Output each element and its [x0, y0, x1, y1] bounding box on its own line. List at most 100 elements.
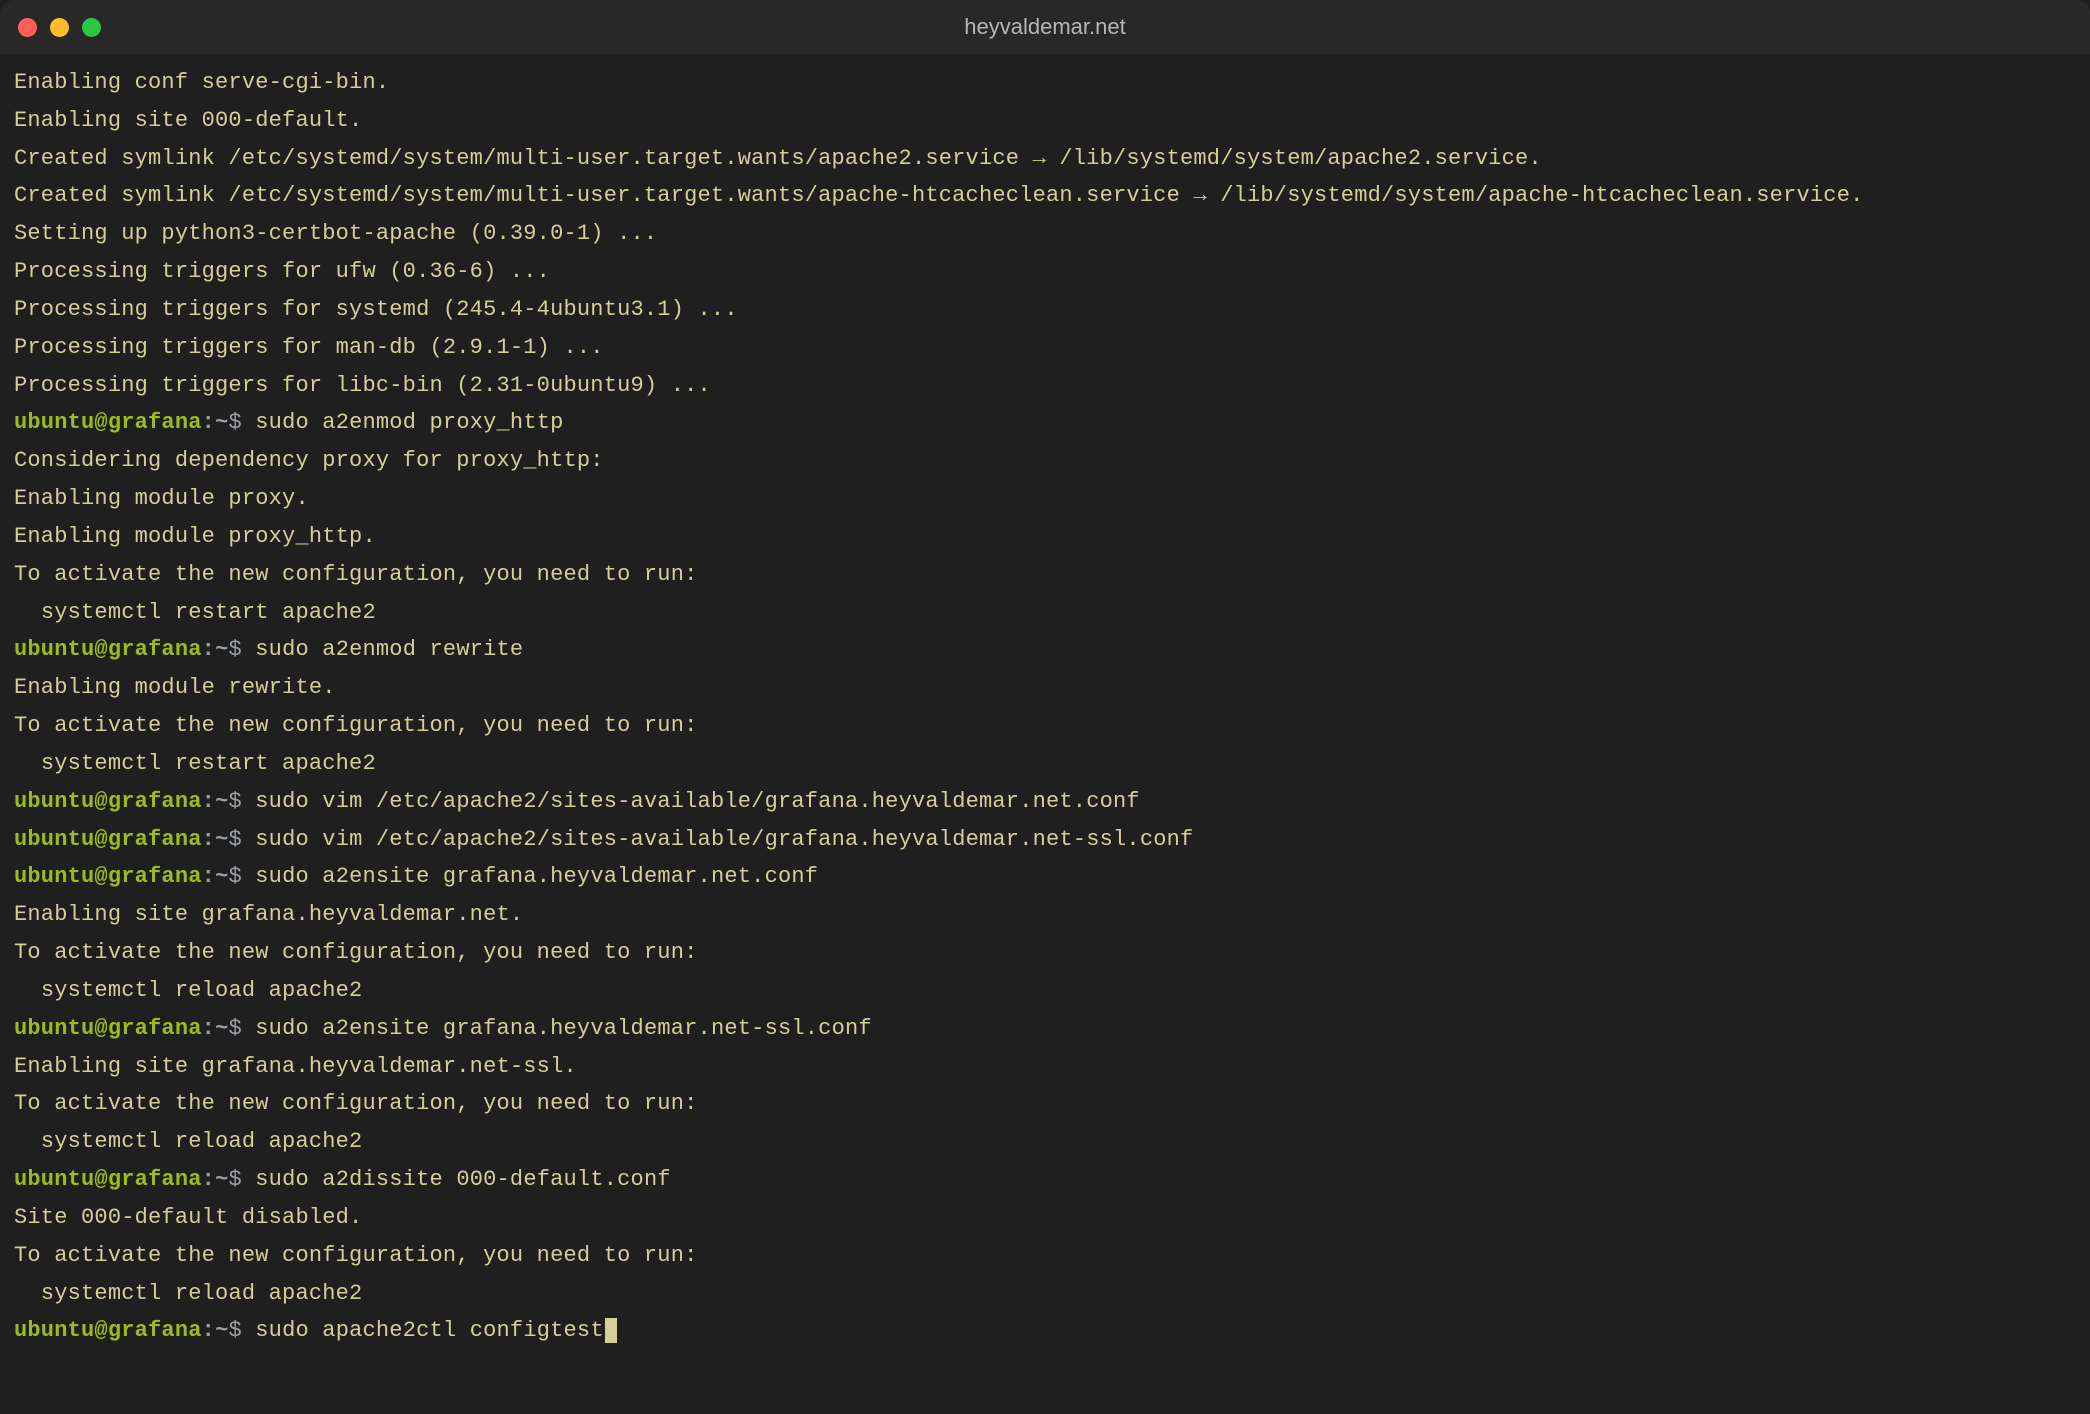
terminal-command: sudo a2dissite 000-default.conf — [255, 1167, 670, 1192]
terminal-window: heyvaldemar.net Enabling conf serve-cgi-… — [0, 0, 2090, 1414]
prompt-symbol: $ — [228, 1016, 255, 1041]
terminal-command-line: ubuntu@grafana:~$ sudo a2dissite 000-def… — [14, 1161, 2076, 1199]
prompt-user: ubuntu — [14, 1318, 94, 1343]
prompt-colon: : — [202, 637, 215, 662]
terminal-command: sudo vim /etc/apache2/sites-available/gr… — [255, 789, 1140, 814]
terminal-output-line: Created symlink /etc/systemd/system/mult… — [14, 177, 2076, 215]
prompt-symbol: $ — [228, 637, 255, 662]
terminal-output-line: Site 000-default disabled. — [14, 1199, 2076, 1237]
window-title: heyvaldemar.net — [0, 14, 2090, 40]
prompt-user: ubuntu — [14, 1167, 94, 1192]
terminal-output-line: To activate the new configuration, you n… — [14, 1237, 2076, 1275]
terminal-output-line: Enabling site grafana.heyvaldemar.net-ss… — [14, 1048, 2076, 1086]
prompt-colon: : — [202, 1016, 215, 1041]
terminal-output-line: systemctl restart apache2 — [14, 745, 2076, 783]
terminal-output-line: Processing triggers for ufw (0.36-6) ... — [14, 253, 2076, 291]
prompt-at: @ — [94, 1016, 107, 1041]
prompt-at: @ — [94, 637, 107, 662]
terminal-body[interactable]: Enabling conf serve-cgi-bin. Enabling sit… — [0, 54, 2090, 1414]
terminal-output-line: To activate the new configuration, you n… — [14, 934, 2076, 972]
terminal-command: sudo a2ensite grafana.heyvaldemar.net-ss… — [255, 1016, 872, 1041]
prompt-path: ~ — [215, 1167, 228, 1192]
terminal-output-line: Enabling conf serve-cgi-bin. — [14, 64, 2076, 102]
terminal-output: Enabling site grafana.heyvaldemar.net-ss… — [14, 1054, 577, 1079]
prompt-path: ~ — [215, 864, 228, 889]
terminal-output: systemctl reload apache2 — [14, 1129, 362, 1154]
terminal-output: To activate the new configuration, you n… — [14, 713, 698, 738]
prompt-at: @ — [94, 1318, 107, 1343]
terminal-output: Created symlink /etc/systemd/system/mult… — [14, 183, 1864, 208]
terminal-output-line: Enabling site 000-default. — [14, 102, 2076, 140]
prompt-symbol: $ — [228, 827, 255, 852]
prompt-host: grafana — [108, 1016, 202, 1041]
terminal-output: Enabling conf serve-cgi-bin. — [14, 70, 389, 95]
terminal-command-line: ubuntu@grafana:~$ sudo vim /etc/apache2/… — [14, 783, 2076, 821]
terminal-output-line: Enabling module proxy. — [14, 480, 2076, 518]
prompt-path: ~ — [215, 410, 228, 435]
prompt-symbol: $ — [228, 1167, 255, 1192]
prompt-path: ~ — [215, 637, 228, 662]
prompt-user: ubuntu — [14, 1016, 94, 1041]
prompt-host: grafana — [108, 1318, 202, 1343]
prompt-colon: : — [202, 1318, 215, 1343]
prompt-user: ubuntu — [14, 637, 94, 662]
prompt-at: @ — [94, 410, 107, 435]
terminal-output: Enabling module proxy_http. — [14, 524, 376, 549]
terminal-output: Enabling site 000-default. — [14, 108, 362, 133]
terminal-command-line: ubuntu@grafana:~$ sudo a2ensite grafana.… — [14, 858, 2076, 896]
terminal-command: sudo a2enmod proxy_http — [255, 410, 563, 435]
terminal-output: Setting up python3-certbot-apache (0.39.… — [14, 221, 657, 246]
terminal-command: sudo a2ensite grafana.heyvaldemar.net.co… — [255, 864, 818, 889]
terminal-output: To activate the new configuration, you n… — [14, 562, 698, 587]
prompt-path: ~ — [215, 789, 228, 814]
prompt-host: grafana — [108, 864, 202, 889]
prompt-host: grafana — [108, 789, 202, 814]
prompt-colon: : — [202, 1167, 215, 1192]
zoom-icon[interactable] — [82, 18, 101, 37]
terminal-current-line[interactable]: ubuntu@grafana:~$ sudo apache2ctl config… — [14, 1312, 2076, 1350]
prompt-path: ~ — [215, 1016, 228, 1041]
terminal-output-line: Enabling module proxy_http. — [14, 518, 2076, 556]
prompt-symbol: $ — [228, 410, 255, 435]
prompt-colon: : — [202, 827, 215, 852]
terminal-output-line: systemctl reload apache2 — [14, 1123, 2076, 1161]
terminal-output: systemctl restart apache2 — [14, 751, 376, 776]
prompt-path: ~ — [215, 1318, 228, 1343]
terminal-output: Considering dependency proxy for proxy_h… — [14, 448, 604, 473]
terminal-output: systemctl reload apache2 — [14, 978, 362, 1003]
terminal-command-line: ubuntu@grafana:~$ sudo a2enmod proxy_htt… — [14, 404, 2076, 442]
prompt-at: @ — [94, 827, 107, 852]
terminal-output: To activate the new configuration, you n… — [14, 940, 698, 965]
prompt-symbol: $ — [228, 789, 255, 814]
terminal-output: Enabling site grafana.heyvaldemar.net. — [14, 902, 523, 927]
terminal-output-line: Enabling site grafana.heyvaldemar.net. — [14, 896, 2076, 934]
terminal-output: Processing triggers for systemd (245.4-4… — [14, 297, 738, 322]
terminal-output-line: To activate the new configuration, you n… — [14, 707, 2076, 745]
terminal-output-line: Processing triggers for man-db (2.9.1-1)… — [14, 329, 2076, 367]
terminal-output-line: Considering dependency proxy for proxy_h… — [14, 442, 2076, 480]
terminal-output: To activate the new configuration, you n… — [14, 1091, 698, 1116]
terminal-output-line: Created symlink /etc/systemd/system/mult… — [14, 140, 2076, 178]
terminal-command: sudo a2enmod rewrite — [255, 637, 523, 662]
terminal-output: Enabling module rewrite. — [14, 675, 336, 700]
prompt-user: ubuntu — [14, 864, 94, 889]
terminal-input[interactable]: sudo apache2ctl configtest — [255, 1318, 603, 1343]
close-icon[interactable] — [18, 18, 37, 37]
terminal-output-line: systemctl restart apache2 — [14, 594, 2076, 632]
minimize-icon[interactable] — [50, 18, 69, 37]
prompt-host: grafana — [108, 827, 202, 852]
prompt-at: @ — [94, 789, 107, 814]
prompt-colon: : — [202, 864, 215, 889]
prompt-host: grafana — [108, 637, 202, 662]
titlebar: heyvaldemar.net — [0, 0, 2090, 54]
prompt-host: grafana — [108, 1167, 202, 1192]
prompt-symbol: $ — [228, 1318, 255, 1343]
terminal-output: systemctl restart apache2 — [14, 600, 376, 625]
terminal-command-line: ubuntu@grafana:~$ sudo a2ensite grafana.… — [14, 1010, 2076, 1048]
terminal-output: systemctl reload apache2 — [14, 1281, 362, 1306]
terminal-output-line: Processing triggers for systemd (245.4-4… — [14, 291, 2076, 329]
terminal-output-line: systemctl reload apache2 — [14, 972, 2076, 1010]
terminal-output: Processing triggers for libc-bin (2.31-0… — [14, 373, 711, 398]
prompt-user: ubuntu — [14, 410, 94, 435]
prompt-colon: : — [202, 410, 215, 435]
